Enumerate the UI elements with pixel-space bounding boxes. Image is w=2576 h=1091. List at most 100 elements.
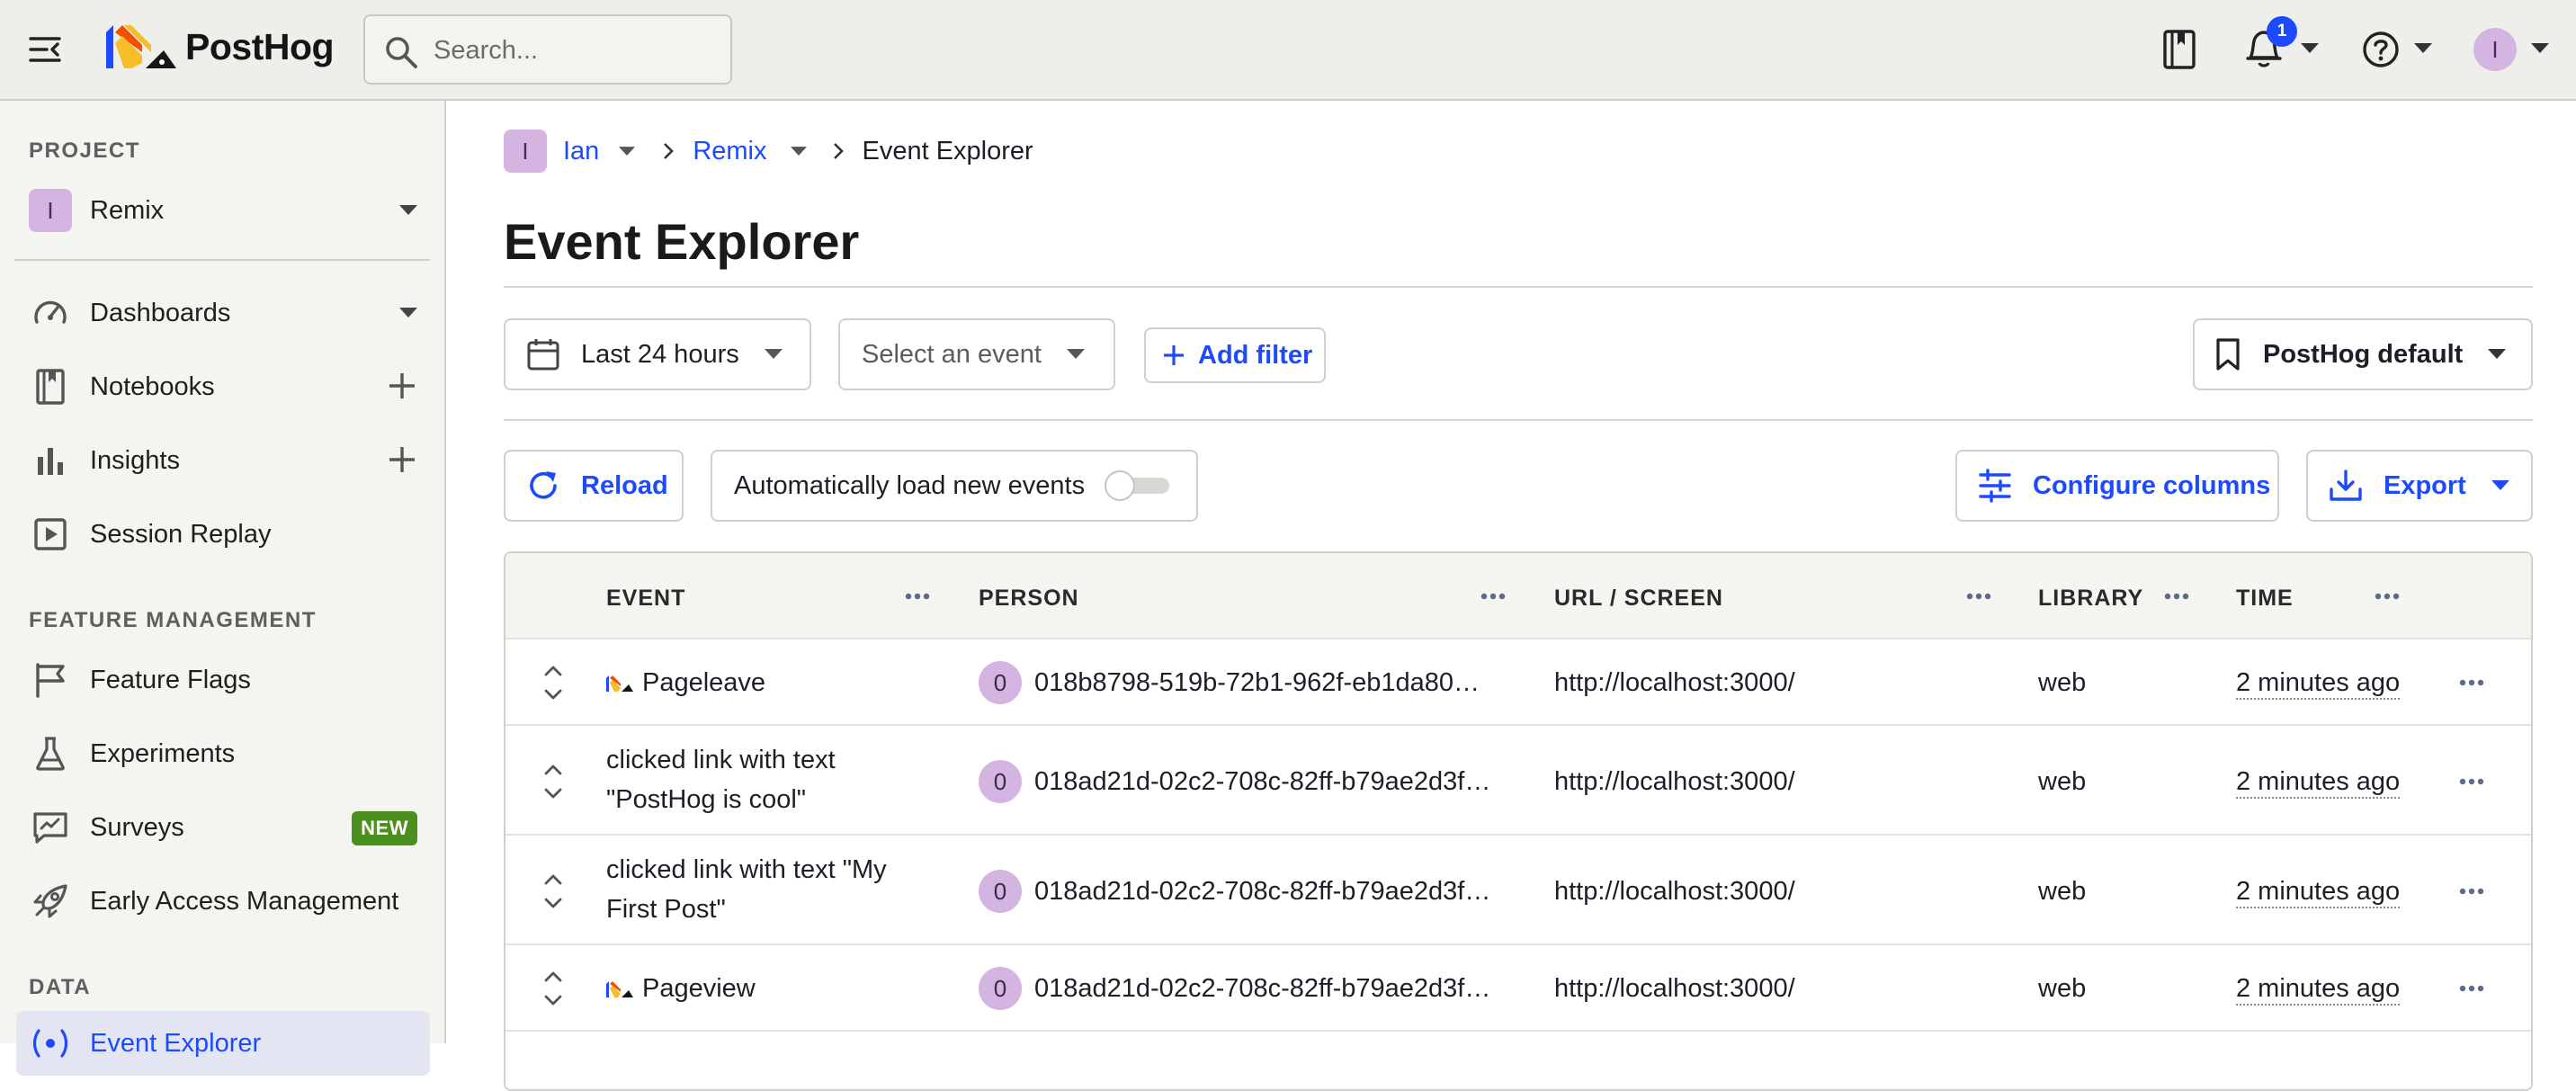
chevron-down-icon[interactable] bbox=[790, 146, 807, 156]
notebook-icon bbox=[29, 365, 72, 408]
chevron-down-icon bbox=[764, 349, 783, 359]
row-more-icon[interactable] bbox=[2459, 679, 2484, 686]
column-header-person[interactable]: PERSON bbox=[979, 586, 1079, 612]
table-row[interactable]: Pageleave 0 018b8798-519b-72b1-962f-eb1d… bbox=[505, 638, 2531, 726]
insights-icon bbox=[29, 439, 72, 482]
table-row[interactable]: clicked link with text "PostHog is cool"… bbox=[505, 724, 2531, 836]
user-avatar[interactable]: I bbox=[2473, 28, 2517, 71]
expand-row-icon[interactable] bbox=[543, 764, 563, 800]
event-name: clicked link with text "My bbox=[606, 855, 887, 884]
column-menu-icon[interactable] bbox=[905, 593, 930, 600]
column-menu-icon[interactable] bbox=[2375, 593, 2400, 600]
reload-icon bbox=[530, 471, 557, 499]
sidebar-item-feature-flags[interactable]: Feature Flags bbox=[16, 648, 430, 712]
feature-management-heading: FEATURE MANAGEMENT bbox=[29, 608, 317, 632]
posthog-logo-icon bbox=[106, 25, 176, 68]
search-box[interactable] bbox=[363, 14, 732, 85]
column-header-url[interactable]: URL / SCREEN bbox=[1554, 586, 1723, 612]
reload-button[interactable]: Reload bbox=[504, 450, 684, 522]
column-menu-icon[interactable] bbox=[1966, 593, 1991, 600]
auto-load-label: Automatically load new events bbox=[734, 470, 1086, 500]
chevron-down-icon bbox=[399, 205, 417, 216]
person-link[interactable]: 018ad21d-02c2-708c-82ff-b79ae2d3f… bbox=[1034, 877, 1490, 907]
project-switcher[interactable]: I Remix bbox=[16, 178, 430, 243]
sliders-icon bbox=[1979, 469, 2011, 503]
row-more-icon[interactable] bbox=[2459, 778, 2484, 785]
event-name-continued: First Post" bbox=[606, 895, 726, 924]
sidebar-item-early-access[interactable]: Early Access Management bbox=[16, 869, 430, 934]
column-header-library[interactable]: LIBRARY bbox=[2038, 586, 2143, 612]
auto-load-toggle[interactable] bbox=[1105, 470, 1171, 501]
sidebar-item-label: Event Explorer bbox=[90, 1028, 262, 1058]
table-row[interactable]: Pageview 0 018ad21d-02c2-708c-82ff-b79ae… bbox=[505, 943, 2531, 1032]
breadcrumb-current: Event Explorer bbox=[862, 136, 1033, 165]
sidebar-divider bbox=[14, 259, 430, 261]
sidebar-item-experiments[interactable]: Experiments bbox=[16, 721, 430, 786]
auto-load-toggle-container[interactable]: Automatically load new events bbox=[711, 450, 1198, 522]
posthog-logo[interactable]: PostHog bbox=[106, 25, 335, 68]
chevron-down-icon[interactable] bbox=[619, 146, 636, 156]
column-header-time[interactable]: TIME bbox=[2236, 586, 2294, 612]
column-header-event[interactable]: EVENT bbox=[606, 586, 685, 612]
row-more-icon[interactable] bbox=[2459, 888, 2484, 895]
sidebar-item-event-explorer[interactable]: Event Explorer bbox=[16, 1011, 430, 1076]
reload-label: Reload bbox=[581, 470, 668, 500]
column-menu-icon[interactable] bbox=[1480, 593, 1506, 600]
event-name-continued: "PostHog is cool" bbox=[606, 785, 807, 814]
search-icon bbox=[383, 34, 419, 70]
chevron-down-icon bbox=[1066, 349, 1085, 359]
library-cell: web bbox=[2038, 668, 2087, 697]
person-avatar: 0 bbox=[979, 760, 1022, 803]
calendar-icon bbox=[527, 339, 559, 371]
expand-row-icon[interactable] bbox=[543, 970, 563, 1006]
expand-row-icon[interactable] bbox=[543, 873, 563, 909]
sidebar-item-label: Early Access Management bbox=[90, 886, 399, 916]
help-icon[interactable] bbox=[2362, 31, 2400, 68]
flask-icon bbox=[29, 732, 72, 775]
notebook-shortcut-icon[interactable] bbox=[2162, 29, 2196, 70]
configure-columns-label: Configure columns bbox=[2033, 470, 2271, 500]
sidebar-item-session-replay[interactable]: Session Replay bbox=[16, 502, 430, 567]
library-cell: web bbox=[2038, 974, 2087, 1003]
menu-toggle-icon[interactable] bbox=[27, 33, 63, 66]
sidebar-item-surveys[interactable]: Surveys NEW bbox=[16, 795, 430, 860]
date-range-select[interactable]: Last 24 hours bbox=[504, 318, 811, 390]
time-cell: 2 minutes ago bbox=[2236, 877, 2401, 908]
event-name: Pageview bbox=[642, 974, 756, 1003]
brand-name: PostHog bbox=[185, 25, 335, 67]
column-menu-icon[interactable] bbox=[2164, 593, 2189, 600]
notifications-button[interactable]: 1 bbox=[2243, 16, 2297, 70]
person-link[interactable]: 018ad21d-02c2-708c-82ff-b79ae2d3f… bbox=[1034, 974, 1490, 1004]
sidebar-item-label: Notebooks bbox=[90, 371, 215, 401]
rocket-icon bbox=[29, 880, 72, 923]
sidebar-item-dashboards[interactable]: Dashboards bbox=[16, 281, 430, 345]
configure-columns-button[interactable]: Configure columns bbox=[1955, 450, 2279, 522]
filters-divider bbox=[504, 419, 2533, 421]
sidebar-item-notebooks[interactable]: Notebooks bbox=[16, 354, 430, 419]
person-link[interactable]: 018b8798-519b-72b1-962f-eb1da80… bbox=[1034, 668, 1480, 698]
add-notebook-icon[interactable] bbox=[387, 371, 417, 401]
user-menu-chevron-icon[interactable] bbox=[2531, 43, 2549, 54]
expand-row-icon[interactable] bbox=[543, 665, 563, 701]
sidebar-item-insights[interactable]: Insights bbox=[16, 428, 430, 493]
breadcrumb-org[interactable]: Ian bbox=[563, 137, 599, 166]
search-input[interactable] bbox=[434, 32, 721, 68]
export-button[interactable]: Export bbox=[2306, 450, 2533, 522]
new-badge: NEW bbox=[352, 811, 417, 845]
table-row[interactable]: clicked link with text "My First Post" 0… bbox=[505, 834, 2531, 945]
event-select[interactable]: Select an event bbox=[838, 318, 1115, 390]
event-name: Pageleave bbox=[642, 668, 766, 697]
help-chevron-icon[interactable] bbox=[2414, 43, 2432, 54]
notifications-chevron-icon[interactable] bbox=[2301, 43, 2319, 54]
time-cell: 2 minutes ago bbox=[2236, 974, 2401, 1006]
table-row[interactable] bbox=[505, 1030, 2531, 1089]
project-avatar: I bbox=[29, 189, 72, 232]
breadcrumb-project[interactable]: Remix bbox=[693, 137, 766, 166]
add-filter-button[interactable]: Add filter bbox=[1144, 327, 1326, 383]
columns-preset-select[interactable]: PostHog default bbox=[2193, 318, 2533, 390]
sidebar-item-label: Insights bbox=[90, 445, 180, 475]
add-insight-icon[interactable] bbox=[387, 444, 417, 475]
chevron-down-icon[interactable] bbox=[399, 308, 417, 318]
person-link[interactable]: 018ad21d-02c2-708c-82ff-b79ae2d3f… bbox=[1034, 767, 1490, 797]
row-more-icon[interactable] bbox=[2459, 985, 2484, 992]
